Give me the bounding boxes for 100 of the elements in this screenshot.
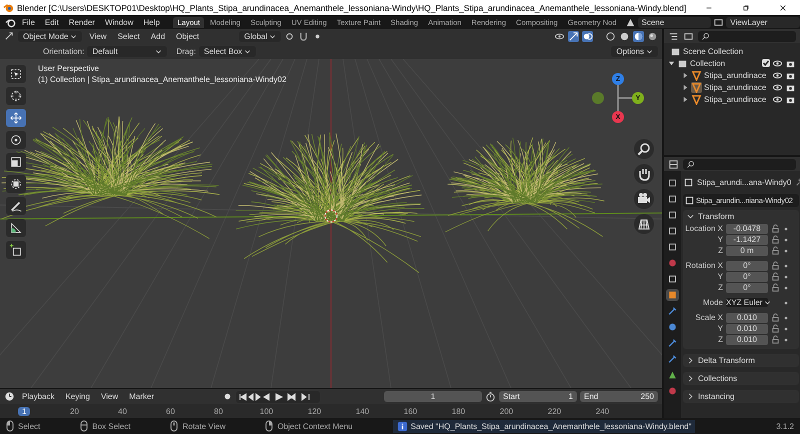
mode-dropdown[interactable]: XYZ Euler	[726, 298, 768, 307]
menu-item[interactable]: Window	[100, 18, 138, 26]
menu-item[interactable]: Select	[114, 32, 144, 41]
eye-icon[interactable]	[772, 70, 783, 80]
editor-type-icon[interactable]	[4, 31, 15, 42]
zoom-icon[interactable]	[634, 139, 654, 159]
keyframe-dot-icon[interactable]	[783, 236, 789, 242]
physics-tab-icon[interactable]	[666, 337, 679, 349]
data-tab-icon[interactable]	[666, 369, 679, 381]
select-tool-icon[interactable]	[6, 65, 26, 83]
annotate-tool-icon[interactable]	[6, 197, 26, 215]
panel-header[interactable]: Delta Transform	[683, 354, 799, 367]
search-field[interactable]	[698, 30, 796, 42]
playhead-frame[interactable]: 1	[18, 406, 30, 416]
orientation-dropdown[interactable]: Default	[87, 46, 168, 57]
wireframe-shading-icon[interactable]	[605, 31, 616, 42]
solid-shading-icon[interactable]	[619, 31, 630, 42]
keyframe-dot-icon[interactable]	[783, 326, 789, 332]
editor-type-icon[interactable]	[668, 158, 679, 170]
number-field[interactable]: -1.1427	[726, 234, 768, 244]
gizmo-toggle-icon[interactable]	[568, 31, 579, 42]
menu-item[interactable]: Keying	[61, 392, 94, 401]
keyframe-dot-icon[interactable]	[783, 226, 789, 232]
playback-controls-icon[interactable]	[236, 390, 320, 402]
eye-icon[interactable]	[772, 58, 783, 68]
menu-item[interactable]: Marker	[125, 392, 158, 401]
keyframe-dot-icon[interactable]	[783, 248, 789, 254]
outliner-item[interactable]: Collection	[690, 58, 726, 68]
keyframe-dot-icon[interactable]	[783, 314, 789, 320]
menu-item[interactable]: Edit	[40, 18, 63, 26]
scene-tab-icon[interactable]	[666, 241, 679, 253]
pivot-icon[interactable]	[284, 31, 296, 42]
collection-tab-icon[interactable]	[666, 273, 679, 285]
keyframe-dot-icon[interactable]	[783, 284, 789, 290]
options-dropdown[interactable]: Options	[611, 46, 658, 57]
transform-tool-icon[interactable]	[6, 175, 26, 193]
transform-panel-header[interactable]: Transform	[683, 210, 799, 223]
lock-icon[interactable]	[771, 313, 780, 322]
stopwatch-icon[interactable]	[485, 391, 496, 402]
grid-icon[interactable]	[634, 214, 654, 234]
lock-icon[interactable]	[771, 335, 780, 344]
clock-icon[interactable]	[4, 391, 15, 402]
number-field[interactable]: -0.0478	[726, 224, 768, 234]
lock-icon[interactable]	[771, 235, 780, 244]
lock-icon[interactable]	[771, 283, 780, 292]
panel-header[interactable]: Instancing	[683, 390, 799, 403]
object-tab-icon[interactable]	[666, 289, 679, 301]
menu-item[interactable]: Playback	[18, 392, 58, 401]
mode-dropdown[interactable]: Object Mode	[18, 31, 82, 42]
menu-item[interactable]: Object	[172, 32, 204, 41]
material-shading-icon[interactable]	[633, 31, 644, 42]
lock-icon[interactable]	[771, 246, 780, 255]
number-field[interactable]: 0.010	[726, 324, 768, 334]
material-tab-icon[interactable]	[666, 385, 679, 397]
number-field[interactable]: 0°	[726, 282, 768, 292]
keyframe-dot-icon[interactable]	[783, 300, 789, 306]
measure-tool-icon[interactable]	[6, 219, 26, 237]
menu-item[interactable]: Add	[146, 32, 170, 41]
rendered-shading-icon[interactable]	[647, 31, 658, 42]
view-layer-tab-icon[interactable]	[666, 225, 679, 237]
add-cube-tool-icon[interactable]	[6, 241, 26, 259]
outliner-item[interactable]: Scene Collection	[683, 46, 744, 56]
lock-icon[interactable]	[771, 261, 780, 270]
lock-icon[interactable]	[771, 272, 780, 281]
view-layer-field[interactable]: ViewLayer	[726, 16, 800, 28]
visibility-icon[interactable]	[554, 31, 565, 42]
camera-icon[interactable]	[634, 189, 654, 209]
lock-icon[interactable]	[771, 224, 780, 233]
number-field[interactable]: 0.010	[726, 312, 768, 322]
outliner-item[interactable]: Stipa_arundinace	[704, 82, 766, 92]
scene-field[interactable]: Scene	[638, 16, 712, 28]
close-icon[interactable]	[780, 2, 786, 12]
orientation-dropdown[interactable]: Global	[239, 31, 282, 42]
keyframe-dot-icon[interactable]	[783, 274, 789, 280]
exclude-checkbox[interactable]	[762, 59, 770, 67]
display-mode-icon[interactable]	[668, 30, 679, 42]
move-tool-icon[interactable]	[6, 109, 26, 127]
eye-icon[interactable]	[772, 82, 783, 92]
axis-handle[interactable]	[592, 92, 604, 104]
rotate-tool-icon[interactable]	[6, 131, 26, 149]
snap-icon[interactable]	[298, 31, 310, 42]
filter-icon[interactable]	[683, 30, 694, 42]
scale-tool-icon[interactable]	[6, 153, 26, 171]
panel-header[interactable]: Collections	[683, 372, 799, 385]
outliner-item[interactable]: Stipa_arundinace	[704, 70, 766, 80]
current-frame-field[interactable]: 1	[384, 391, 482, 402]
menu-item[interactable]: Help	[139, 18, 164, 26]
menu-item[interactable]: View	[96, 392, 122, 401]
outliner-item[interactable]: Stipa_arundinace	[704, 94, 766, 104]
render-tab-icon[interactable]	[666, 193, 679, 205]
output-tab-icon[interactable]	[666, 209, 679, 221]
start-frame-field[interactable]: Start 1	[499, 391, 577, 402]
lock-icon[interactable]	[771, 324, 780, 333]
keyframe-dot-icon[interactable]	[783, 336, 789, 342]
drag-dropdown[interactable]: Select Box	[198, 46, 256, 57]
constraints-tab-icon[interactable]	[666, 353, 679, 365]
eye-icon[interactable]	[772, 94, 783, 104]
number-field[interactable]: 0.010	[726, 334, 768, 344]
tool-tab-icon[interactable]	[666, 177, 679, 189]
modifier-tab-icon[interactable]	[666, 305, 679, 317]
